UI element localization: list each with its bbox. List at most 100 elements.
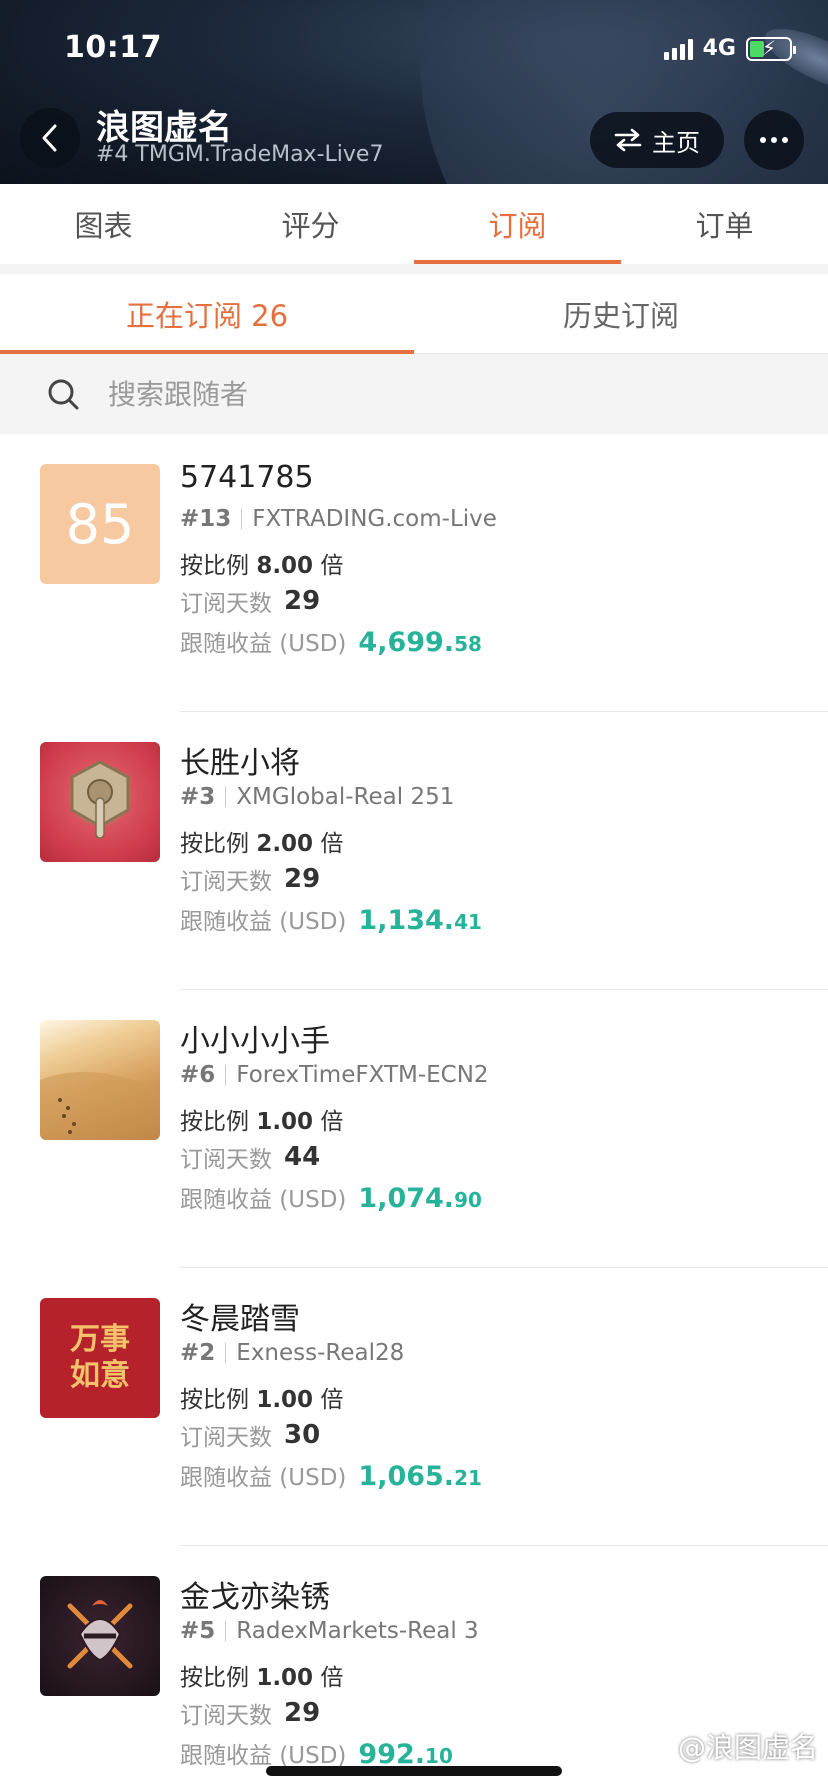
list-item[interactable]: 长胜小将 #3 XMGlobal-Real 251 按比例 2.00 倍 订阅天… (0, 712, 828, 990)
avatar: 万事如意 (40, 1298, 160, 1418)
profit-label: 跟随收益 (USD) (180, 909, 347, 935)
follower-list: 85 5741785 #13 FXTRADING.com-Live 按比例 8.… (0, 434, 828, 1792)
follower-name: 金戈亦染锈 (180, 1580, 330, 1615)
section-divider (0, 264, 828, 274)
ratio-suffix: 倍 (320, 831, 344, 857)
list-item[interactable]: 万事如意 冬晨踏雪 #2 Exness-Real28 按比例 1.00 倍 订阅… (0, 1268, 828, 1546)
avatar (40, 1576, 160, 1696)
desert-footprints-icon (40, 1072, 160, 1140)
home-indicator[interactable] (266, 1766, 562, 1776)
broker-line: #5 RadexMarkets-Real 3 (180, 1618, 479, 1644)
ratio-prefix: 按比例 (180, 1387, 249, 1413)
separator (225, 1065, 227, 1085)
separator (225, 1621, 227, 1641)
avatar-text: 万事如意 (70, 1322, 130, 1393)
days-value: 44 (284, 1142, 321, 1172)
list-item[interactable]: 85 5741785 #13 FXTRADING.com-Live 按比例 8.… (0, 434, 828, 712)
subscription-days: 订阅天数 29 (180, 862, 320, 896)
back-button[interactable] (20, 108, 80, 168)
page-subtitle: #4 TMGM.TradeMax-Live7 (96, 142, 384, 167)
avatar (40, 1020, 160, 1140)
tab-current-subscriptions[interactable]: 正在订阅 26 (0, 274, 414, 354)
profit-label: 跟随收益 (USD) (180, 1743, 347, 1769)
separator (225, 787, 227, 807)
watermark: @浪图虚名 (677, 1731, 818, 1764)
ratio-prefix: 按比例 (180, 1665, 249, 1691)
separator (241, 509, 243, 529)
broker-line: #2 Exness-Real28 (180, 1340, 404, 1366)
network-type: 4G (702, 36, 736, 61)
tab-orders[interactable]: 订单 (621, 184, 828, 264)
subscription-days: 订阅天数 29 (180, 1696, 320, 1730)
profit-decimal: 90 (454, 1188, 482, 1212)
broker-line: #13 FXTRADING.com-Live (180, 506, 497, 532)
days-label: 订阅天数 (180, 1147, 272, 1173)
header: 10:17 4G ⚡ 浪图虚名 #4 TMGM.TradeMax-Live7 主… (0, 0, 828, 184)
rank: #6 (180, 1062, 216, 1088)
ratio: 按比例 1.00 倍 (180, 1658, 343, 1692)
tab-history-subscriptions[interactable]: 历史订阅 (414, 274, 828, 353)
ratio-suffix: 倍 (320, 1387, 344, 1413)
tab-chart[interactable]: 图表 (0, 184, 207, 264)
days-value: 29 (284, 586, 321, 616)
broker-name: FXTRADING.com-Live (252, 506, 497, 532)
search-bar (0, 354, 828, 434)
ratio-suffix: 倍 (320, 1109, 344, 1135)
follow-profit: 跟随收益 (USD) 4,699. 58 (180, 624, 482, 658)
broker-line: #3 XMGlobal-Real 251 (180, 784, 454, 810)
days-label: 订阅天数 (180, 1425, 272, 1451)
more-dot-icon (760, 137, 766, 143)
home-button-label: 主页 (652, 128, 700, 157)
ratio: 按比例 1.00 倍 (180, 1102, 343, 1136)
subscription-days: 订阅天数 44 (180, 1140, 320, 1174)
follower-name: 5741785 (180, 460, 314, 495)
follower-name: 长胜小将 (180, 746, 300, 781)
list-item[interactable]: 小小小小手 #6 ForexTimeFXTM-ECN2 按比例 1.00 倍 订… (0, 990, 828, 1268)
days-value: 29 (284, 1698, 321, 1728)
profit-label: 跟随收益 (USD) (180, 1465, 347, 1491)
follow-profit: 跟随收益 (USD) 1,065. 21 (180, 1458, 482, 1492)
ratio-prefix: 按比例 (180, 1109, 249, 1135)
avatar: 85 (40, 464, 160, 584)
days-label: 订阅天数 (180, 869, 272, 895)
battery-icon: ⚡ (746, 36, 796, 61)
profit-decimal: 21 (454, 1466, 482, 1490)
rank: #5 (180, 1618, 216, 1644)
profit-decimal: 10 (425, 1744, 453, 1768)
ratio: 按比例 8.00 倍 (180, 546, 343, 580)
rank: #3 (180, 784, 216, 810)
ratio-value: 1.00 (256, 1109, 314, 1135)
more-button[interactable] (744, 110, 804, 170)
ratio-value: 1.00 (256, 1665, 314, 1691)
ratio-value: 8.00 (256, 553, 314, 579)
profit-integer: 1,134. (358, 905, 455, 936)
status-indicators: 4G ⚡ (663, 36, 796, 61)
ratio-prefix: 按比例 (180, 831, 249, 857)
days-label: 订阅天数 (180, 1703, 272, 1729)
home-button[interactable]: 主页 (590, 112, 724, 168)
days-value: 30 (284, 1420, 321, 1450)
separator (225, 1343, 227, 1363)
search-input[interactable] (108, 377, 708, 411)
follower-name: 冬晨踏雪 (180, 1302, 300, 1337)
tab-subscription[interactable]: 订阅 (414, 184, 621, 264)
warrior-emblem-icon (67, 1600, 133, 1669)
ratio: 按比例 2.00 倍 (180, 824, 343, 858)
follow-profit: 跟随收益 (USD) 992. 10 (180, 1736, 453, 1770)
profit-label: 跟随收益 (USD) (180, 1187, 347, 1213)
ratio-value: 1.00 (256, 1387, 314, 1413)
follow-profit: 跟随收益 (USD) 1,074. 90 (180, 1180, 482, 1214)
status-time: 10:17 (64, 30, 162, 65)
subscription-days: 订阅天数 30 (180, 1418, 320, 1452)
swap-icon (614, 128, 642, 152)
broker-name: Exness-Real28 (236, 1340, 405, 1366)
profit-integer: 1,074. (358, 1183, 455, 1214)
chevron-left-icon (42, 124, 57, 152)
days-value: 29 (284, 864, 321, 894)
avatar (40, 742, 160, 862)
ratio-suffix: 倍 (320, 1665, 344, 1691)
tab-rating[interactable]: 评分 (207, 184, 414, 264)
profit-integer: 1,065. (358, 1461, 455, 1492)
ratio-suffix: 倍 (320, 553, 344, 579)
ratio: 按比例 1.00 倍 (180, 1380, 343, 1414)
